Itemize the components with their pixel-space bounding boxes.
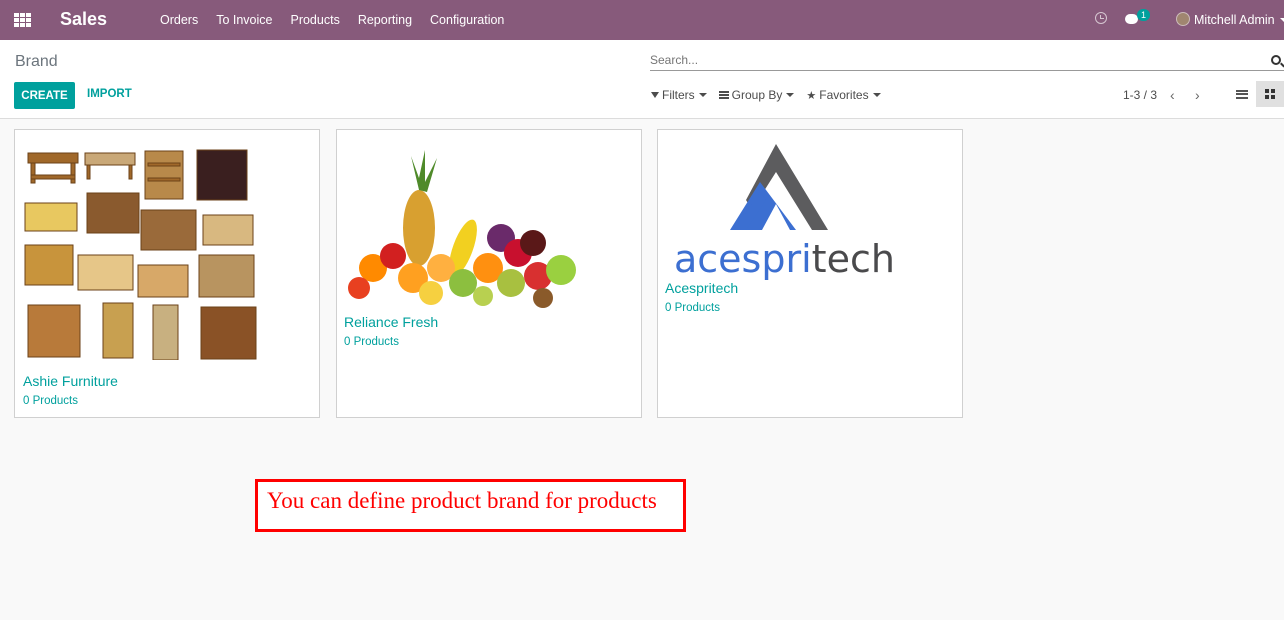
search-icon[interactable] bbox=[1271, 55, 1281, 65]
user-menu[interactable]: Mitchell Admin bbox=[1194, 13, 1275, 27]
search-input[interactable] bbox=[650, 50, 1284, 71]
menu-orders[interactable]: Orders bbox=[160, 13, 198, 27]
menu-products[interactable]: Products bbox=[290, 13, 339, 27]
caret-down-icon bbox=[698, 93, 707, 97]
annotation-box: You can define product brand for product… bbox=[255, 479, 686, 532]
create-button[interactable]: CREATE bbox=[14, 82, 75, 109]
breadcrumb: Brand bbox=[15, 53, 58, 70]
pager-value[interactable]: 1-3 / 3 bbox=[1123, 88, 1157, 102]
filters-label: Filters bbox=[662, 88, 695, 102]
caret-down-icon bbox=[872, 93, 881, 97]
logo-text: acespritech bbox=[674, 237, 892, 281]
card-title[interactable]: Ashie Furniture bbox=[23, 373, 118, 389]
pager-next-icon[interactable]: › bbox=[1195, 87, 1200, 103]
card-product-count[interactable]: 0 Products bbox=[23, 395, 78, 407]
user-caret-icon[interactable] bbox=[1280, 18, 1284, 22]
kanban-icon bbox=[1265, 89, 1275, 99]
star-icon: ★ bbox=[806, 89, 817, 102]
main-menu: Orders To Invoice Products Reporting Con… bbox=[160, 13, 522, 27]
card-title[interactable]: Acespritech bbox=[665, 280, 738, 296]
kanban-card[interactable]: Ashie Furniture 0 Products bbox=[14, 129, 320, 418]
kanban-view-button[interactable] bbox=[1256, 81, 1284, 107]
chat-badge: 1 bbox=[1137, 9, 1151, 21]
favorites-dropdown[interactable]: ★ Favorites bbox=[806, 88, 881, 102]
list-view-button[interactable] bbox=[1228, 81, 1256, 107]
card-title[interactable]: Reliance Fresh bbox=[344, 314, 438, 330]
search-options: Filters Group By ★ Favorites bbox=[651, 88, 893, 102]
list-icon bbox=[1236, 89, 1248, 99]
top-navbar: Sales Orders To Invoice Products Reporti… bbox=[0, 0, 1284, 40]
kanban-card[interactable]: Reliance Fresh 0 Products bbox=[336, 129, 642, 418]
group-by-label: Group By bbox=[731, 88, 783, 102]
menu-reporting[interactable]: Reporting bbox=[358, 13, 412, 27]
activity-clock-icon[interactable] bbox=[1095, 12, 1107, 24]
caret-down-icon bbox=[786, 93, 795, 97]
avatar[interactable] bbox=[1176, 12, 1190, 26]
bars-icon bbox=[718, 91, 729, 99]
pager-previous-icon[interactable]: ‹ bbox=[1170, 87, 1175, 103]
kanban-card[interactable]: acespritech Acespritech 0 Products bbox=[657, 129, 963, 418]
group-by-dropdown[interactable]: Group By bbox=[718, 88, 795, 102]
app-title[interactable]: Sales bbox=[60, 9, 107, 30]
brand-image bbox=[24, 149, 257, 360]
apps-grid-icon[interactable] bbox=[14, 13, 31, 27]
card-product-count[interactable]: 0 Products bbox=[665, 302, 720, 314]
menu-configuration[interactable]: Configuration bbox=[430, 13, 504, 27]
brand-image bbox=[348, 150, 576, 308]
card-product-count[interactable]: 0 Products bbox=[344, 336, 399, 348]
brand-logo: acespritech bbox=[674, 144, 892, 281]
filter-icon bbox=[651, 92, 659, 98]
menu-to-invoice[interactable]: To Invoice bbox=[216, 13, 272, 27]
filters-dropdown[interactable]: Filters bbox=[651, 88, 707, 102]
annotation-text: You can define product brand for product… bbox=[267, 488, 657, 513]
import-button[interactable]: IMPORT bbox=[87, 88, 132, 100]
control-panel: Brand CREATE IMPORT Filters Group By ★ F… bbox=[0, 40, 1284, 119]
favorites-label: Favorites bbox=[819, 88, 869, 102]
